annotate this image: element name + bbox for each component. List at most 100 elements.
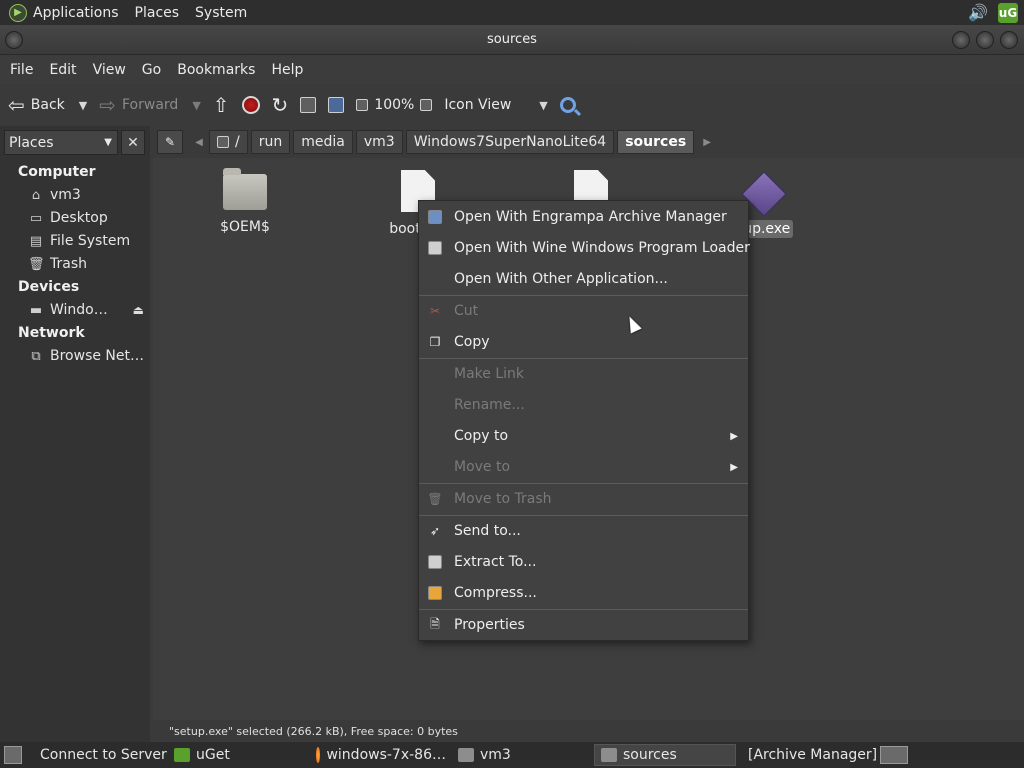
close-icon: ✕ [127, 134, 139, 151]
menu-item-rename[interactable]: Rename... [419, 390, 748, 420]
menu-item-extract-to[interactable]: Extract To... [419, 547, 748, 577]
menu-go[interactable]: Go [134, 62, 169, 78]
search-button[interactable] [559, 97, 576, 113]
maximize-button[interactable] [976, 31, 994, 49]
sidebar-item-filesystem[interactable]: ▤ File System [28, 231, 146, 251]
menu-item-send-to[interactable]: ➶ Send to... [419, 516, 748, 546]
drive-icon: ▤ [29, 233, 43, 249]
task-archive-manager[interactable]: [Archive Manager] [736, 744, 876, 766]
menu-file[interactable]: File [2, 62, 41, 78]
minimize-button[interactable] [952, 31, 970, 49]
computer-button[interactable] [328, 97, 345, 113]
sidebar-heading-computer: Computer [18, 164, 96, 180]
task-uget[interactable]: uGet [168, 744, 310, 766]
search-icon [559, 97, 576, 113]
back-history-dropdown-icon[interactable]: ▼ [79, 99, 87, 112]
uget-tray-icon[interactable]: uG [998, 2, 1018, 23]
home-button[interactable] [300, 97, 317, 113]
sidebar-close-button[interactable]: ✕ [121, 130, 145, 155]
menu-item-cut[interactable]: ✂ Cut [419, 296, 748, 326]
task-firefox[interactable]: windows-7x-86… [310, 744, 452, 766]
menu-item-compress[interactable]: Compress... [419, 578, 748, 608]
show-desktop-icon[interactable] [4, 746, 22, 764]
close-button[interactable] [1000, 31, 1018, 49]
window-titlebar[interactable]: sources [0, 25, 1024, 55]
uget-icon [174, 748, 190, 762]
chevron-down-icon: ▼ [539, 98, 548, 112]
menu-item-open-other[interactable]: Open With Other Application... [419, 264, 748, 294]
menu-item-copy[interactable]: ❐ Copy [419, 327, 748, 357]
sidebar-pane-select[interactable]: Places ▼ [4, 130, 118, 155]
sidebar-item-desktop[interactable]: ▭ Desktop [28, 208, 146, 228]
bottom-panel: Connect to Server uGet windows-7x-86… vm… [0, 742, 1024, 768]
crumb-media[interactable]: media [293, 130, 353, 154]
menu-view[interactable]: View [85, 62, 134, 78]
menu-help[interactable]: Help [263, 62, 311, 78]
eject-icon[interactable]: ⏏ [133, 303, 144, 317]
workspace-switcher-icon[interactable] [880, 746, 908, 764]
properties-icon: 🗎 [430, 616, 440, 631]
up-button[interactable]: ⇧ [213, 95, 230, 115]
crumb-vm3[interactable]: vm3 [355, 130, 403, 154]
file-item-oem-folder[interactable]: $OEM$ [190, 158, 300, 236]
back-button[interactable]: ⇦ Back ▼ [8, 95, 87, 115]
location-bar: ✎ ◀ / run media vm3 Windows7SuperNanoLit… [155, 126, 1024, 158]
task-sources[interactable]: sources [594, 744, 736, 766]
panel-menu-places[interactable]: Places [127, 5, 188, 21]
menu-bookmarks[interactable]: Bookmarks [169, 62, 263, 78]
send-icon: ➶ [429, 524, 441, 538]
sidebar-item-windows-volume[interactable]: ▬ Windo… ⏏ [28, 300, 146, 320]
submenu-arrow-icon: ▶ [730, 430, 738, 442]
menu-item-copy-to[interactable]: Copy to ▶ [419, 421, 748, 451]
sidebar-item-browse-network[interactable]: ⧉ Browse Net… [28, 346, 146, 366]
network-icon: ⧉ [31, 348, 41, 364]
menu-item-open-engrampa[interactable]: Open With Engrampa Archive Manager [419, 202, 748, 232]
crumb-windows7[interactable]: Windows7SuperNanoLite64 [405, 130, 615, 154]
context-menu: Open With Engrampa Archive Manager Open … [418, 200, 750, 641]
menu-item-make-link[interactable]: Make Link [419, 359, 748, 389]
status-text: "setup.exe" selected (266.2 kB), Free sp… [169, 724, 458, 738]
menubar: File Edit View Go Bookmarks Help [0, 55, 1024, 84]
crumb-scroll-right-icon[interactable]: ▶ [697, 130, 717, 154]
menu-item-move-to-trash[interactable]: 🗑 Move to Trash [419, 484, 748, 514]
menu-item-properties[interactable]: 🗎 Properties [419, 610, 748, 640]
firefox-icon [316, 747, 321, 763]
forward-history-dropdown-icon[interactable]: ▼ [192, 99, 200, 112]
sidebar: Places ▼ ✕ Computer ⌂ vm3 ▭ Desktop ▤ File … [0, 126, 150, 742]
speaker-icon[interactable]: 🔊 [968, 3, 988, 22]
computer-icon [328, 97, 345, 113]
menu-item-move-to[interactable]: Move to ▶ [419, 452, 748, 482]
menu-edit[interactable]: Edit [41, 62, 84, 78]
folder-icon [223, 168, 267, 210]
pencil-icon: ✎ [164, 135, 176, 149]
zoom-in-icon[interactable] [420, 99, 433, 111]
reload-button[interactable]: ↻ [272, 95, 289, 115]
crumb-sources[interactable]: sources [617, 130, 695, 154]
forward-label: Forward [122, 97, 179, 113]
sidebar-item-vm3[interactable]: ⌂ vm3 [28, 185, 146, 205]
drive-icon [217, 136, 229, 148]
stop-icon [241, 96, 260, 114]
zoom-out-icon[interactable] [356, 99, 369, 111]
archive-manager-icon [427, 209, 443, 225]
panel-menu-system[interactable]: System [187, 5, 255, 21]
sidebar-item-trash[interactable]: 🗑 Trash [28, 254, 146, 274]
stop-button[interactable] [241, 96, 260, 114]
crumb-scroll-left-icon[interactable]: ◀ [189, 130, 209, 154]
panel-menu-applications[interactable]: Applications [25, 5, 127, 21]
menu-item-open-wine[interactable]: Open With Wine Windows Program Loader [419, 233, 750, 263]
crumb-run[interactable]: run [250, 130, 291, 154]
zoom-control[interactable]: 100% [356, 97, 433, 113]
location-edit-toggle[interactable]: ✎ [157, 130, 183, 154]
back-arrow-icon: ⇦ [8, 93, 25, 117]
crumb-root[interactable]: / [209, 130, 248, 154]
task-vm3[interactable]: vm3 [452, 744, 594, 766]
task-connect-to-server[interactable]: Connect to Server [28, 744, 168, 766]
scissors-icon: ✂ [429, 304, 441, 318]
view-mode-select[interactable]: Icon View ▼ [444, 97, 547, 113]
home-folder-icon: ⌂ [31, 187, 41, 203]
sidebar-heading-network: Network [18, 325, 85, 341]
desktop-folder-icon: ▭ [29, 210, 43, 226]
forward-button[interactable]: ⇨ Forward ▼ [99, 95, 201, 115]
window-menu-button[interactable] [5, 31, 23, 49]
